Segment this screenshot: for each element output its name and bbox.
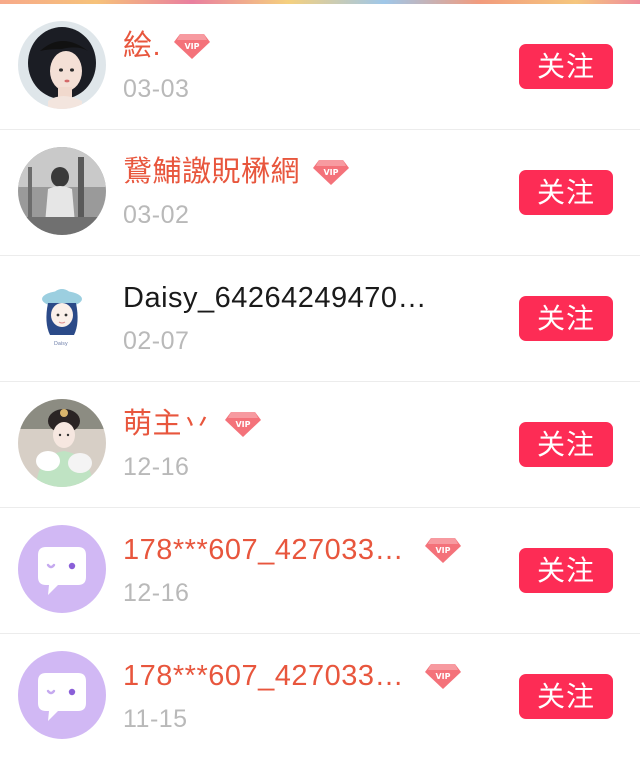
- list-item[interactable]: 鵞鯆譤貺楙網 VIP 03-02 关注: [0, 130, 640, 256]
- vip-diamond-icon: VIP: [224, 410, 262, 438]
- username[interactable]: 鵞鯆譤貺楙網: [123, 154, 300, 190]
- chat-bubble-avatar: [18, 525, 106, 613]
- follow-button[interactable]: 关注: [519, 170, 613, 215]
- costume-girl-avatar: [18, 399, 106, 487]
- follow-date: 03-02: [123, 201, 190, 229]
- list-item[interactable]: 萌主丷 VIP 12-16 关注: [0, 382, 640, 508]
- avatar[interactable]: [18, 147, 106, 235]
- username[interactable]: 萌主丷: [123, 406, 212, 442]
- vip-diamond-icon: VIP: [424, 536, 462, 564]
- follow-button[interactable]: 关注: [519, 44, 613, 89]
- username[interactable]: 178***607_427033…: [123, 532, 404, 568]
- list-item[interactable]: Daisy Daisy_64264249470… 02-07 关注: [0, 256, 640, 382]
- follow-date: 03-03: [123, 75, 190, 103]
- follow-button[interactable]: 关注: [519, 296, 613, 341]
- follow-button[interactable]: 关注: [519, 548, 613, 593]
- svg-text:Daisy: Daisy: [54, 341, 68, 347]
- follow-button[interactable]: 关注: [519, 674, 613, 719]
- follower-list: 絵. VIP 03-03 关注 鵞鯆譤貺楙網 VIP 03-02 关注 Dais…: [0, 4, 640, 760]
- list-item[interactable]: 178***607_427033… VIP 12-16 关注: [0, 508, 640, 634]
- grayscale-photo-avatar: [18, 147, 106, 235]
- avatar[interactable]: [18, 525, 106, 613]
- list-item[interactable]: 178***607_427033… VIP 11-15 关注: [0, 634, 640, 760]
- avatar[interactable]: [18, 651, 106, 739]
- username[interactable]: 178***607_427033…: [123, 658, 404, 694]
- username[interactable]: Daisy_64264249470…: [123, 280, 427, 316]
- vip-label: VIP: [235, 420, 250, 429]
- vip-diamond-icon: VIP: [173, 32, 211, 60]
- follow-date: 11-15: [123, 705, 188, 733]
- vip-label: VIP: [185, 42, 200, 51]
- vip-label: VIP: [436, 672, 451, 681]
- girl-portrait-avatar: [18, 21, 106, 109]
- vip-label: VIP: [436, 546, 451, 555]
- follow-button[interactable]: 关注: [519, 422, 613, 467]
- follow-date: 12-16: [123, 579, 190, 607]
- follow-date: 02-07: [123, 327, 190, 355]
- vip-label: VIP: [324, 168, 339, 177]
- follow-date: 12-16: [123, 453, 190, 481]
- list-item[interactable]: 絵. VIP 03-03 关注: [0, 4, 640, 130]
- chat-bubble-avatar: [18, 651, 106, 739]
- avatar[interactable]: [18, 21, 106, 109]
- username[interactable]: 絵.: [123, 28, 161, 64]
- drawn-girl-hat-avatar: Daisy: [18, 273, 106, 361]
- avatar[interactable]: Daisy: [18, 273, 106, 361]
- vip-diamond-icon: VIP: [424, 662, 462, 690]
- vip-diamond-icon: VIP: [312, 158, 350, 186]
- avatar[interactable]: [18, 399, 106, 487]
